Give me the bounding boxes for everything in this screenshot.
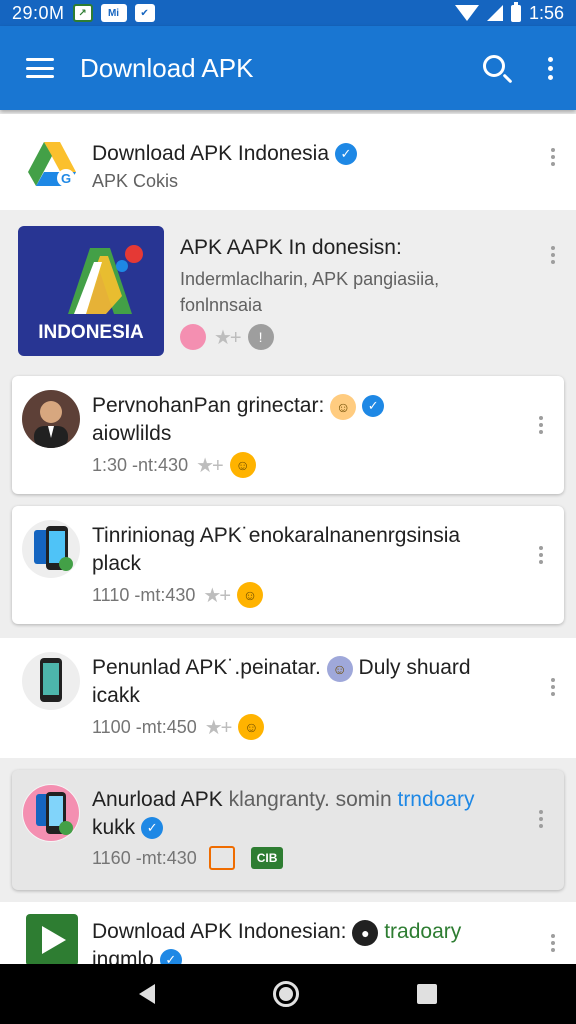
item-title-2: icakk <box>92 684 140 707</box>
verified-icon: ✓ <box>335 143 357 166</box>
item-meta: 1160 -mt:430 <box>92 847 197 868</box>
item-title: Tinrinionag APK˙enokaralnanenrgsinsia <box>92 524 461 547</box>
item-subtitle: APK Cokis <box>92 171 179 191</box>
menu-icon <box>26 58 54 78</box>
item-more-button[interactable] <box>548 148 558 166</box>
app-bar: Download APK <box>0 26 576 110</box>
trending-tag: trndoary <box>397 788 475 811</box>
user-avatar-icon: ☺ <box>326 656 353 682</box>
item-title-2: aiowlilds <box>92 422 172 445</box>
verified-icon: ✓ <box>362 395 385 418</box>
item-title: Download APK Indonesian: ● tradoary <box>92 918 461 946</box>
indonesia-app-logo: INDONESIA <box>18 226 164 356</box>
system-nav-bar <box>0 964 576 1024</box>
menu-button[interactable] <box>0 26 80 110</box>
file-icon <box>208 846 235 870</box>
item-subtitle-2: fonlnnsaia <box>180 295 263 315</box>
phone-app-icon <box>22 784 80 842</box>
logo-text: INDONESIA <box>38 322 144 343</box>
item-more-button[interactable] <box>536 416 546 434</box>
search-button[interactable] <box>468 26 524 110</box>
item-title: PervnohanPan grinectar: ☺ ✓ <box>92 392 385 420</box>
emoji-icon: ☺ <box>238 714 265 740</box>
user-avatar-icon <box>180 324 206 350</box>
face-emoji-icon: ☺ <box>330 394 357 420</box>
mi-notification-icon: Mi <box>100 4 127 22</box>
signal-icon <box>486 5 503 21</box>
back-icon[interactable] <box>139 984 155 1004</box>
status-time-left: 29:0M <box>12 2 65 23</box>
item-title-2: ingmlo ✓ <box>92 946 461 964</box>
svg-text:G: G <box>61 171 71 186</box>
item-more-button[interactable] <box>548 246 558 264</box>
user-avatar-icon <box>22 390 80 448</box>
emoji-icon: ☺ <box>229 452 256 478</box>
recents-icon[interactable] <box>417 984 437 1004</box>
list-item[interactable]: G Download APK Indonesia ✓ APK Cokis <box>0 114 576 210</box>
status-time-right: 1:56 <box>528 2 564 23</box>
wifi-icon <box>454 5 479 21</box>
list-item[interactable]: Download APK Indonesian: ● tradoary ingm… <box>0 902 576 964</box>
emoji-icon: ☺ <box>237 582 264 608</box>
search-icon <box>483 55 505 77</box>
item-title: Download APK Indonesia ✓ <box>92 140 357 168</box>
play-store-app-icon <box>26 914 78 964</box>
info-icon: ! <box>247 324 274 350</box>
phone-app-icon <box>22 520 80 578</box>
verified-icon: ✓ <box>159 949 182 964</box>
item-title: Penunlad APK˙.peinatar. ☺ Duly shuard <box>92 654 471 682</box>
item-subtitle: Indermlaclharin, APK pangiasiia, <box>180 269 440 289</box>
star-plus-icon: ★+ <box>214 326 242 349</box>
list-item[interactable]: Anurload APK klangranty. somin trndoary … <box>12 770 564 890</box>
star-plus-icon: ★+ <box>203 584 231 607</box>
item-meta: 1110 -mt:430 <box>92 584 196 605</box>
item-title: APK AAPK In donesisn: <box>180 236 402 259</box>
verified-icon: ✓ <box>141 817 164 840</box>
more-options-button[interactable] <box>524 26 576 110</box>
list-item[interactable]: Tinrinionag APK˙enokaralnanenrgsinsia pl… <box>12 506 564 624</box>
featured-item[interactable]: INDONESIA APK AAPK In donesisn: Indermla… <box>0 212 576 362</box>
home-icon[interactable] <box>273 981 299 1007</box>
item-more-button[interactable] <box>548 934 558 952</box>
trending-tag: tradoary <box>384 920 462 943</box>
google-drive-logo-icon: G <box>24 136 80 192</box>
notification-check-icon: ✔ <box>134 4 155 22</box>
item-title-2: plack <box>92 552 142 575</box>
status-bar: 29:0M ↗ Mi ✔ 1:56 <box>0 0 576 26</box>
notification-app-icon: ↗ <box>72 4 93 22</box>
badge-icon: CIB <box>250 847 284 869</box>
item-title-2: kukk ✓ <box>92 814 475 842</box>
item-meta: 1100 -mt:450 <box>92 716 197 737</box>
star-plus-icon: ★+ <box>204 716 233 739</box>
app-title: Download APK <box>80 52 254 83</box>
list-item[interactable]: Penunlad APK˙.peinatar. ☺ Duly shuard ic… <box>0 638 576 758</box>
item-more-button[interactable] <box>536 546 546 564</box>
item-meta: 1:30 -nt:430 <box>92 454 189 475</box>
app-list: G Download APK Indonesia ✓ APK Cokis INDO… <box>0 110 576 964</box>
star-plus-icon: ★+ <box>196 454 224 477</box>
item-more-button[interactable] <box>536 810 546 828</box>
list-item[interactable]: PervnohanPan grinectar: ☺ ✓ aiowlilds 1:3… <box>12 376 564 494</box>
item-title: Anurload APK klangranty. somin trndoary <box>92 788 475 811</box>
battery-icon <box>510 1 521 22</box>
user-avatar-icon: ● <box>352 920 379 946</box>
phone-app-icon <box>22 652 80 710</box>
item-more-button[interactable] <box>548 678 558 696</box>
